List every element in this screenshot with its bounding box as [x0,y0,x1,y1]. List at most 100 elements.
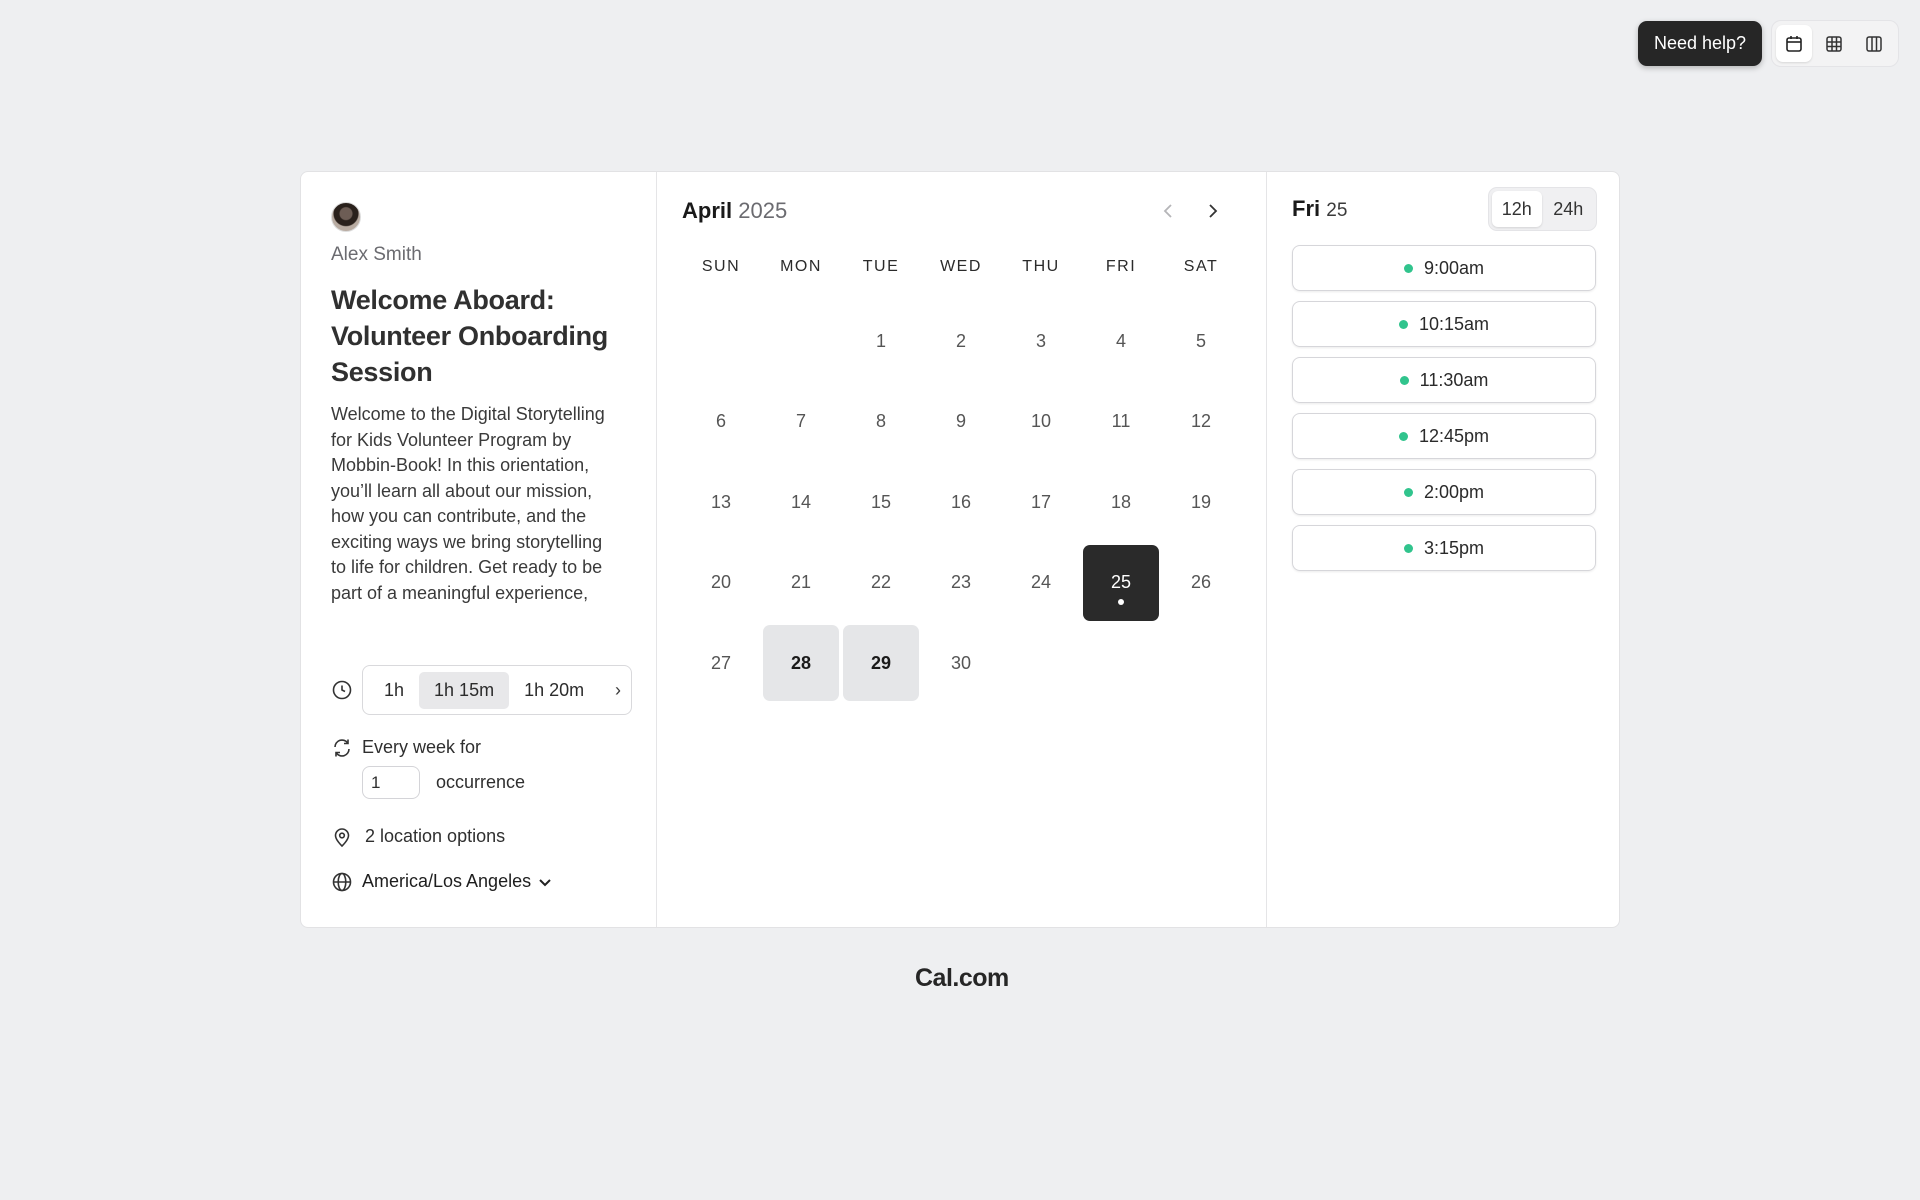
time-slot-button[interactable]: 11:30am [1292,357,1596,403]
calendar-day: 16 [921,462,1001,543]
duration-option[interactable]: 1h [369,672,419,709]
time-slot-button[interactable]: 10:15am [1292,301,1596,347]
day-number: 19 [1190,491,1212,512]
time-slot-button[interactable]: 2:00pm [1292,469,1596,515]
format-12h-button[interactable]: 12h [1492,191,1542,227]
weekday-header: SUN MON TUE WED THU FRI SAT [681,258,1241,276]
calendar-day: 14 [761,462,841,543]
map-pin-icon [334,828,350,848]
calendar-day: 24 [1001,543,1081,624]
day-number: 8 [875,411,886,432]
calendar-day: 5 [1161,301,1241,382]
calendar-day: 15 [841,462,921,543]
time-slot-button[interactable]: 12:45pm [1292,413,1596,459]
day-number: 15 [870,491,892,512]
selected-date: Fri 25 [1292,196,1347,222]
weekday-label: FRI [1105,258,1137,275]
day-number: 16 [950,491,972,512]
time-slot-label: 3:15pm [1423,537,1485,558]
need-help-button[interactable]: Need help? [1638,21,1762,66]
booking-card: Alex Smith Welcome Aboard: Volunteer Onb… [300,171,1620,928]
format-24h-button[interactable]: 24h [1544,191,1594,227]
time-slot-button[interactable]: 9:00am [1292,245,1596,291]
calendar-day: 20 [681,543,761,624]
calendar-day: 1 [841,301,921,382]
month-view-button[interactable] [1776,25,1812,62]
availability-dot [1398,319,1408,329]
timezone-select[interactable]: America/Los Angeles [362,871,553,892]
chevron-right-icon[interactable] [1202,198,1224,224]
month-title: April 2025 [682,198,787,224]
weekday-label: THU [1022,258,1060,275]
chevron-left-icon[interactable] [1157,198,1179,224]
calendar-day-selected[interactable]: 25 [1081,543,1161,624]
time-slot-label: 12:45pm [1418,425,1490,446]
calendar-day: 6 [681,382,761,463]
calendar-day: 19 [1161,462,1241,543]
day-number[interactable]: 28 [763,625,839,702]
day-number: 20 [710,572,732,593]
column-view-button[interactable] [1856,25,1892,62]
day-number: 23 [950,572,972,593]
day-number[interactable]: 29 [843,625,919,702]
day-number: 12 [1190,411,1212,432]
day-number: 9 [955,411,966,432]
selected-day-name: Fri [1292,196,1321,221]
location-options[interactable]: 2 location options [365,826,505,847]
day-number[interactable]: 25 [1083,544,1159,621]
calendar-day: 27 [681,623,761,704]
duration-selector: 1h 1h 15m 1h 20m › [362,665,632,715]
day-number: 1 [875,330,886,351]
occurrence-input[interactable] [362,766,420,799]
calendar-day: 11 [1081,382,1161,463]
calendar-day: 13 [681,462,761,543]
calendar-day-available[interactable]: 28 [761,623,841,704]
timezone-label: America/Los Angeles [362,871,532,891]
columns-icon [1866,35,1882,52]
calendar-day: 2 [921,301,1001,382]
weekday-label: MON [780,258,822,275]
time-slots-panel: Fri 25 12h 24h 9:00am 10:15am 11:30am 12:45… [1267,172,1619,927]
calendar-day-available[interactable]: 29 [841,623,921,704]
duration-option[interactable]: 1h 20m [509,672,599,709]
day-number: 13 [710,491,732,512]
weekday-label: WED [940,258,982,275]
selected-day-number: 25 [1326,200,1348,221]
day-number: 30 [950,652,972,673]
occurrence-label: occurrence [436,772,526,792]
event-info-panel: Alex Smith Welcome Aboard: Volunteer Onb… [301,172,657,927]
day-number: 26 [1190,572,1212,593]
week-view-button[interactable] [1816,25,1852,62]
calendar-panel: April 2025 SUN MON TUE WED THU FRI SAT 1… [657,172,1267,927]
time-slot-label: 2:00pm [1423,481,1485,502]
day-grid: 1 2 3 4 5 6 7 8 9 10 11 12 13 14 15 16 17 18 19 20 21 22 23 24 2… [681,301,1241,704]
repeat-icon [334,739,350,757]
day-number: 27 [710,652,732,673]
time-slot-button[interactable]: 3:15pm [1292,525,1596,571]
time-slot-label: 11:30am [1419,369,1489,390]
calendar-day: 17 [1001,462,1081,543]
empty-day [761,301,841,382]
day-number: 2 [955,330,966,351]
calendar-day: 30 [921,623,1001,704]
calendar-day: 21 [761,543,841,624]
duration-option-selected[interactable]: 1h 15m [419,671,510,709]
host-name: Alex Smith [331,244,422,265]
chevron-down-icon [539,878,551,886]
calendar-icon [1786,35,1802,52]
calendar-day: 9 [921,382,1001,463]
calendar-day: 26 [1161,543,1241,624]
calendar-day: 22 [841,543,921,624]
clock-icon [332,680,352,700]
time-format-toggle: 12h 24h [1488,187,1597,231]
calendar-day: 12 [1161,382,1241,463]
empty-day [681,301,761,382]
chevron-right-icon[interactable]: › [615,680,625,701]
availability-dot [1398,431,1408,441]
day-number: 17 [1030,491,1052,512]
day-number: 22 [870,572,892,593]
calendar-day: 7 [761,382,841,463]
time-slot-label: 9:00am [1423,257,1485,278]
weekday-label: TUE [862,258,900,275]
avatar [331,202,361,232]
